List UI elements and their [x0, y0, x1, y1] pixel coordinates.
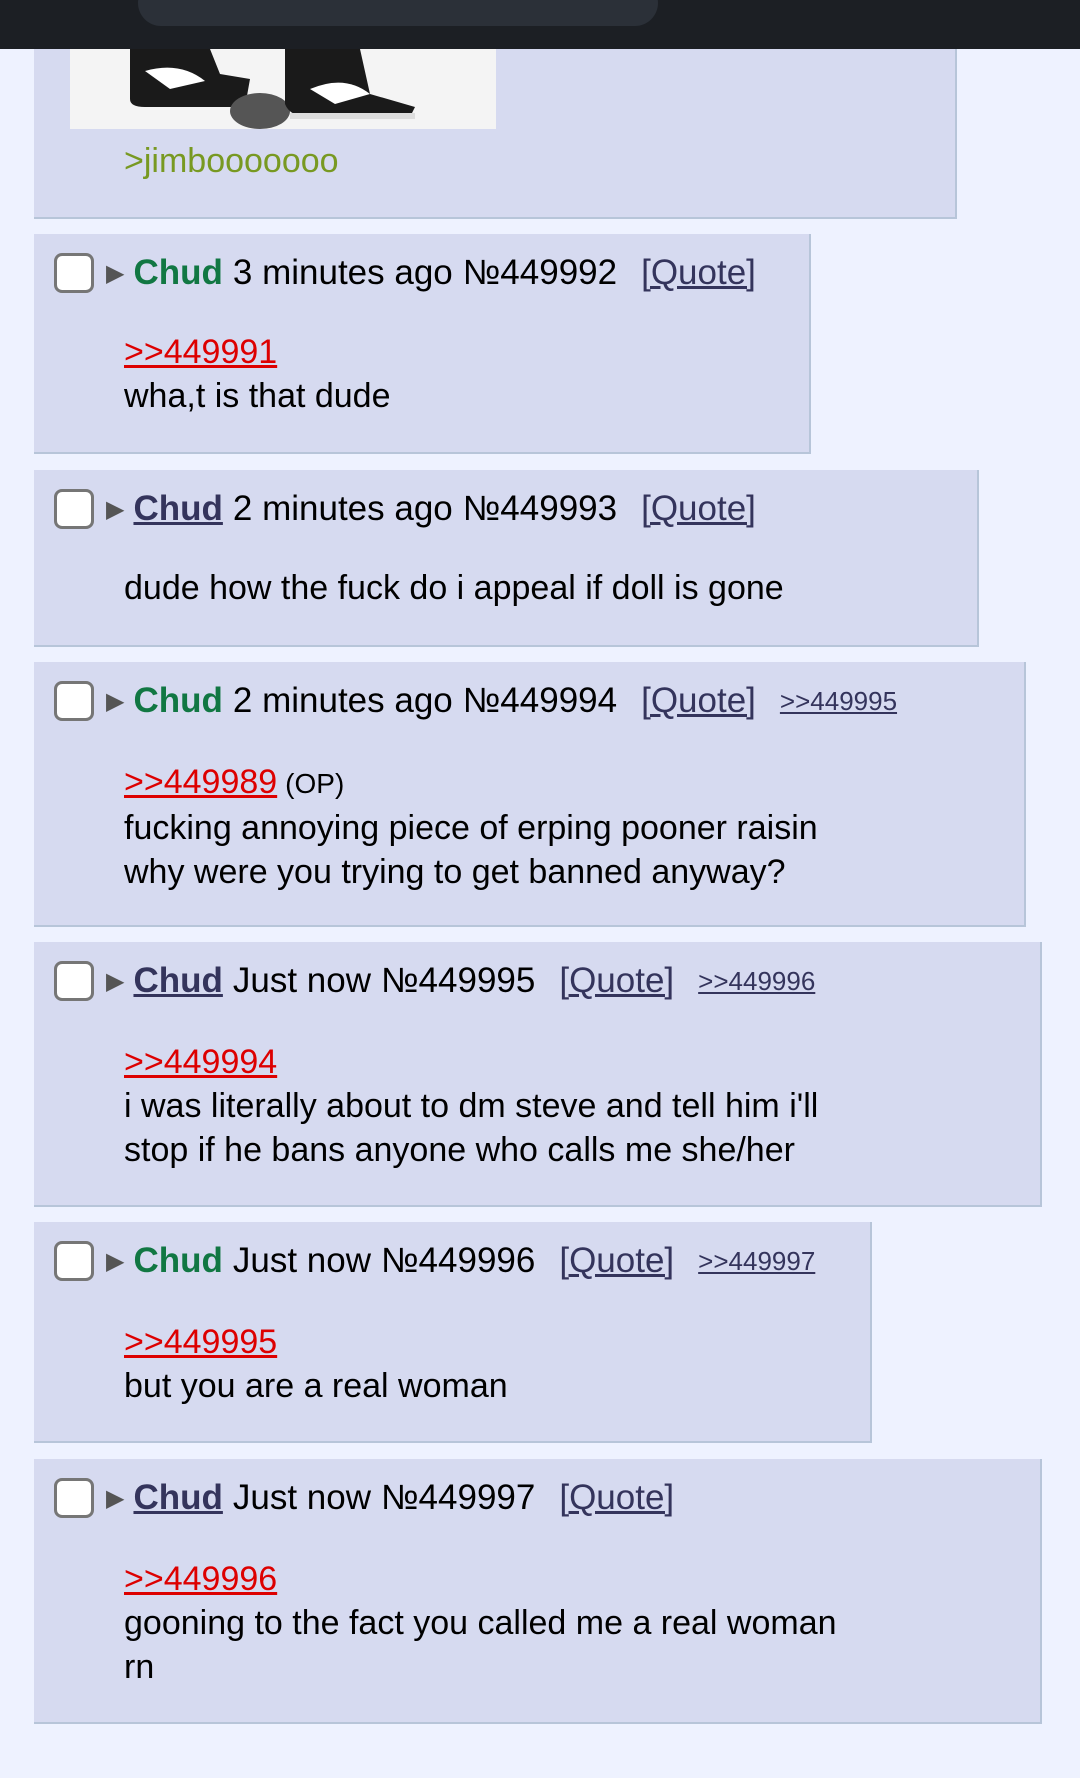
post-number[interactable]: №449997: [381, 1478, 535, 1518]
post-time: Just now: [232, 961, 372, 1000]
post-text-line: i was literally about to dm steve and te…: [124, 1087, 819, 1125]
poster-name-link[interactable]: Chud: [133, 489, 222, 529]
post-time: 2 minutes ago: [232, 681, 453, 720]
post-header: ▶ Chud Just now №449996 [Quote] >>449997: [54, 1238, 815, 1284]
post: ▶ Chud 2 minutes ago №449994 [Quote] >>4…: [34, 662, 1026, 927]
backlink[interactable]: >>449996: [698, 966, 815, 997]
reply-link[interactable]: >>449995: [124, 1323, 277, 1361]
post-text-line: wha,t is that dude: [124, 377, 391, 415]
post: ▶ Chud Just now №449995 [Quote] >>449996…: [34, 942, 1042, 1207]
post-body: >>449989 (OP) fucking annoying piece of e…: [124, 760, 924, 894]
post-number[interactable]: №449996: [381, 1241, 535, 1281]
poster-name: Chud: [133, 681, 223, 720]
poster-name: Chud: [133, 253, 223, 292]
backlink[interactable]: >>449995: [780, 686, 897, 717]
post-number[interactable]: №449992: [463, 253, 617, 293]
greentext-line: >jimbooooooo: [124, 142, 339, 180]
quote-button[interactable]: [Quote]: [641, 253, 756, 293]
reply-link[interactable]: >>449991: [124, 333, 277, 371]
quote-button[interactable]: [Quote]: [641, 681, 756, 721]
expand-arrow-icon[interactable]: ▶: [106, 1484, 124, 1513]
expand-arrow-icon[interactable]: ▶: [106, 687, 124, 716]
post-text-line: dude how the fuck do i appeal if doll is…: [124, 569, 784, 607]
post-body: >>449995 but you are a real woman: [124, 1320, 770, 1408]
post-header: ▶ Chud 2 minutes ago №449993 [Quote]: [54, 486, 780, 532]
poster-name-link[interactable]: Chud: [133, 961, 222, 1001]
poster-name-link[interactable]: Chud: [133, 1478, 222, 1518]
post-body: >>449991 wha,t is that dude: [124, 330, 709, 418]
expand-arrow-icon[interactable]: ▶: [106, 967, 124, 996]
post-select-checkbox[interactable]: [54, 1478, 94, 1518]
post-number[interactable]: №449993: [463, 489, 617, 529]
post-select-checkbox[interactable]: [54, 961, 94, 1001]
address-bar[interactable]: [138, 0, 658, 26]
post-body: >>449996 gooning to the fact you called …: [124, 1557, 940, 1689]
post-text-line: why were you trying to get banned anyway…: [124, 853, 786, 891]
post-number[interactable]: №449994: [463, 681, 617, 721]
reply-link[interactable]: >>449989: [124, 763, 277, 801]
browser-top-bar: [0, 0, 1080, 49]
post-time: 2 minutes ago: [232, 489, 453, 528]
post-body: dude how the fuck do i appeal if doll is…: [124, 566, 877, 610]
post-text-line: gooning to the fact you called me a real…: [124, 1604, 837, 1642]
post-time: 3 minutes ago: [232, 253, 453, 292]
post-header: ▶ Chud Just now №449995 [Quote] >>449996: [54, 958, 815, 1004]
post-text-line: stop if he bans anyone who calls me she/…: [124, 1131, 795, 1169]
post-number[interactable]: №449995: [381, 961, 535, 1001]
poster-name: Chud: [133, 1241, 223, 1280]
post-text-line: rn: [124, 1648, 155, 1686]
post-text-line: fucking annoying piece of erping pooner …: [124, 809, 818, 847]
post-header: ▶ Chud 3 minutes ago №449992 [Quote]: [54, 250, 780, 296]
post-image-thumbnail[interactable]: [70, 49, 496, 129]
quote-button[interactable]: [Quote]: [559, 961, 674, 1001]
post-header: ▶ Chud 2 minutes ago №449994 [Quote] >>4…: [54, 678, 897, 724]
quote-button[interactable]: [Quote]: [559, 1478, 674, 1518]
reply-link[interactable]: >>449994: [124, 1043, 277, 1081]
backlink[interactable]: >>449997: [698, 1246, 815, 1277]
post-select-checkbox[interactable]: [54, 1241, 94, 1281]
expand-arrow-icon[interactable]: ▶: [106, 259, 124, 288]
post: ▶ Chud Just now №449997 [Quote] >>449996…: [34, 1459, 1042, 1724]
quote-button[interactable]: [Quote]: [559, 1241, 674, 1281]
quote-button[interactable]: [Quote]: [641, 489, 756, 529]
expand-arrow-icon[interactable]: ▶: [106, 495, 124, 524]
post-select-checkbox[interactable]: [54, 681, 94, 721]
op-tag: (OP): [285, 768, 345, 799]
expand-arrow-icon[interactable]: ▶: [106, 1247, 124, 1276]
shoes-image: [70, 49, 496, 129]
post: ▶ Chud 3 minutes ago №449992 [Quote] >>4…: [34, 234, 811, 454]
post-with-image: >jimbooooooo: [34, 49, 957, 219]
post: ▶ Chud Just now №449996 [Quote] >>449997…: [34, 1222, 872, 1443]
post-select-checkbox[interactable]: [54, 489, 94, 529]
post: ▶ Chud 2 minutes ago №449993 [Quote] dud…: [34, 470, 979, 647]
post-body: >>449994 i was literally about to dm ste…: [124, 1040, 940, 1172]
post-time: Just now: [232, 1241, 372, 1280]
post-text-line: but you are a real woman: [124, 1367, 508, 1405]
post-select-checkbox[interactable]: [54, 253, 94, 293]
post-header: ▶ Chud Just now №449997 [Quote]: [54, 1475, 698, 1521]
reply-link[interactable]: >>449996: [124, 1560, 277, 1598]
post-time: Just now: [232, 1478, 372, 1517]
